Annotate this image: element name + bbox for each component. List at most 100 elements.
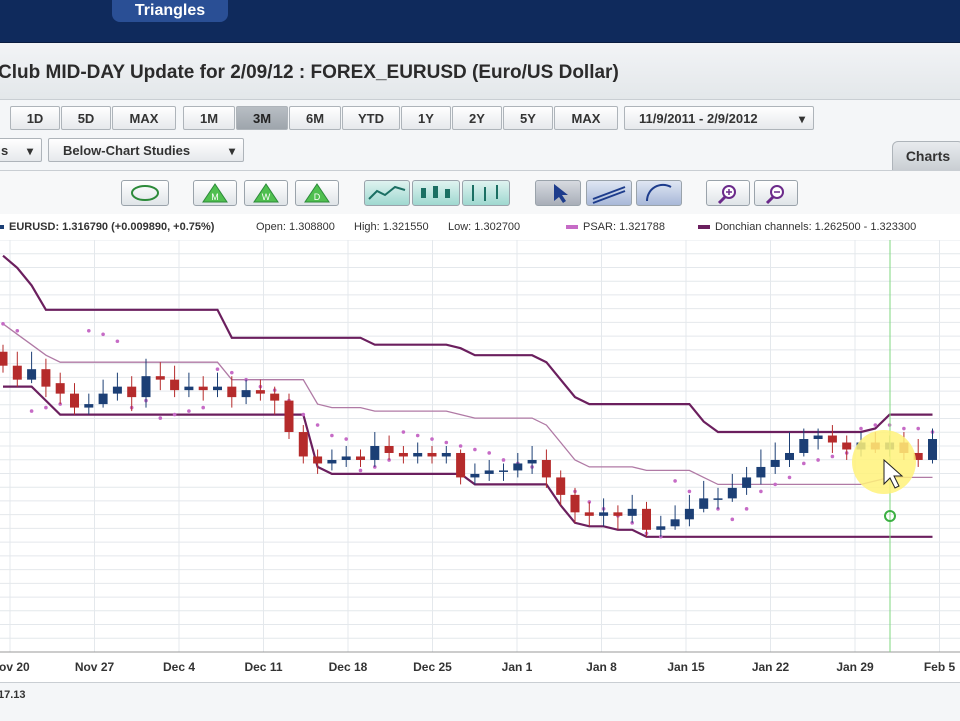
lower-panel-value: 17.13 [0, 689, 26, 701]
psar-dot [773, 482, 777, 487]
triangles-tab[interactable]: Triangles [112, 0, 228, 22]
x-tick-label: Jan 1 [502, 660, 533, 674]
line-chart-icon[interactable] [364, 180, 410, 206]
candle-body [84, 404, 94, 408]
price-chart[interactable]: Nov 20 Nov 27 Dec 4 Dec 11 Dec 18 Dec 25 Jan 1… [0, 240, 960, 682]
candle-body [599, 512, 609, 516]
psar-dot [358, 468, 363, 473]
annotation-icon[interactable] [121, 180, 169, 206]
candle-body [270, 393, 280, 401]
candle-body [284, 400, 294, 433]
legend-low: Low: 1.302700 [448, 221, 521, 233]
range-5y-button[interactable]: 5Y [503, 106, 553, 130]
psar-dot [101, 332, 105, 337]
below-chart-studies-select[interactable]: Below-Chart Studies [48, 138, 244, 163]
range-1d-button[interactable]: 1D [10, 106, 60, 130]
x-tick-label: Nov 27 [75, 660, 115, 674]
candle-body [127, 386, 137, 398]
candle-body [141, 376, 151, 398]
range-3m-button[interactable]: 3M [236, 106, 288, 130]
psar-dot [759, 489, 763, 494]
candle-body [98, 393, 108, 405]
range-5d-button[interactable]: 5D [61, 106, 111, 130]
range-ytd-button[interactable]: YTD [342, 106, 400, 130]
candle-body [0, 351, 8, 366]
candle-body [527, 459, 537, 464]
donchian-mid-line [2, 323, 933, 486]
studies-select[interactable]: s [0, 138, 42, 163]
fibonacci-icon[interactable] [636, 180, 682, 206]
range-1m-button[interactable]: 1M [183, 106, 235, 130]
candle-body [112, 386, 122, 394]
candle-body [170, 379, 180, 391]
bar-chart-icon[interactable] [462, 180, 510, 206]
candle-body [484, 470, 494, 474]
range-1y-button[interactable]: 1Y [401, 106, 451, 130]
candle-body [213, 386, 222, 391]
candles [0, 344, 937, 537]
candle-chart-icon[interactable] [412, 180, 460, 206]
zoom-in-icon[interactable] [706, 180, 750, 206]
lower-panel: 17.13 [0, 682, 960, 721]
candle-body [699, 498, 709, 509]
psar-dot [158, 416, 163, 420]
psar-dot [44, 405, 48, 410]
candle-body [413, 452, 423, 457]
legend-symbol-text: EURUSD: 1.316790 (+0.009890, +0.75%) [9, 221, 215, 233]
candle-body [398, 452, 408, 457]
psar-dot [830, 454, 835, 459]
psar-dot [444, 440, 449, 445]
date-range-select[interactable]: 11/9/2011 - 2/9/2012 [624, 106, 814, 131]
range-max2-button[interactable]: MAX [554, 106, 618, 130]
legend-high: High: 1.321550 [354, 221, 429, 233]
charts-tab[interactable]: Charts [892, 141, 960, 170]
psar-dot [730, 517, 735, 522]
candle-body [541, 459, 551, 478]
candle-body [155, 376, 165, 380]
x-tick-label: Feb 5 [924, 660, 956, 674]
psar-dot [473, 447, 477, 452]
top-banner: Triangles [0, 0, 960, 43]
candle-body [241, 390, 251, 398]
range-max-button[interactable]: MAX [112, 106, 176, 130]
candle-body [785, 452, 794, 460]
monthly-triangle-icon[interactable]: M [193, 180, 237, 206]
psar-dot [330, 433, 334, 438]
candle-body [670, 519, 680, 527]
weekly-triangle-icon[interactable]: W [244, 180, 288, 206]
candle-body [427, 452, 437, 457]
daily-triangle-icon[interactable]: D [295, 180, 339, 206]
candle-body [842, 442, 852, 450]
zoom-out-icon[interactable] [754, 180, 798, 206]
candle-body [928, 439, 937, 460]
range-2y-button[interactable]: 2Y [452, 106, 502, 130]
psar-dot [344, 437, 349, 441]
candle-body [184, 386, 194, 391]
candle-body [713, 498, 723, 500]
psar-dot [401, 430, 406, 434]
trendline-icon[interactable] [586, 180, 632, 206]
candle-body [570, 494, 580, 513]
x-tick-label: Dec 11 [244, 660, 282, 674]
psar-dot [873, 423, 878, 427]
candle-body [384, 446, 394, 453]
range-6m-button[interactable]: 6M [289, 106, 341, 130]
psar-dot [916, 426, 920, 431]
x-tick-label: Dec 18 [329, 660, 368, 674]
candle-body [370, 446, 380, 460]
candle-body [556, 477, 566, 495]
legend-donchian-swatch [698, 225, 710, 230]
psar-dot [15, 328, 20, 333]
psar-dot [172, 412, 177, 417]
candle-body [227, 386, 237, 398]
candle-body [70, 393, 79, 408]
candle-body [12, 365, 22, 380]
candle-body [813, 435, 823, 440]
psar-dot [816, 458, 820, 462]
psar-dot [87, 328, 91, 333]
psar-dot [215, 367, 220, 371]
x-tick-label: Jan 8 [586, 660, 617, 674]
psar-dot [673, 479, 677, 483]
psar-dot [687, 489, 692, 494]
pointer-icon[interactable] [535, 180, 581, 206]
